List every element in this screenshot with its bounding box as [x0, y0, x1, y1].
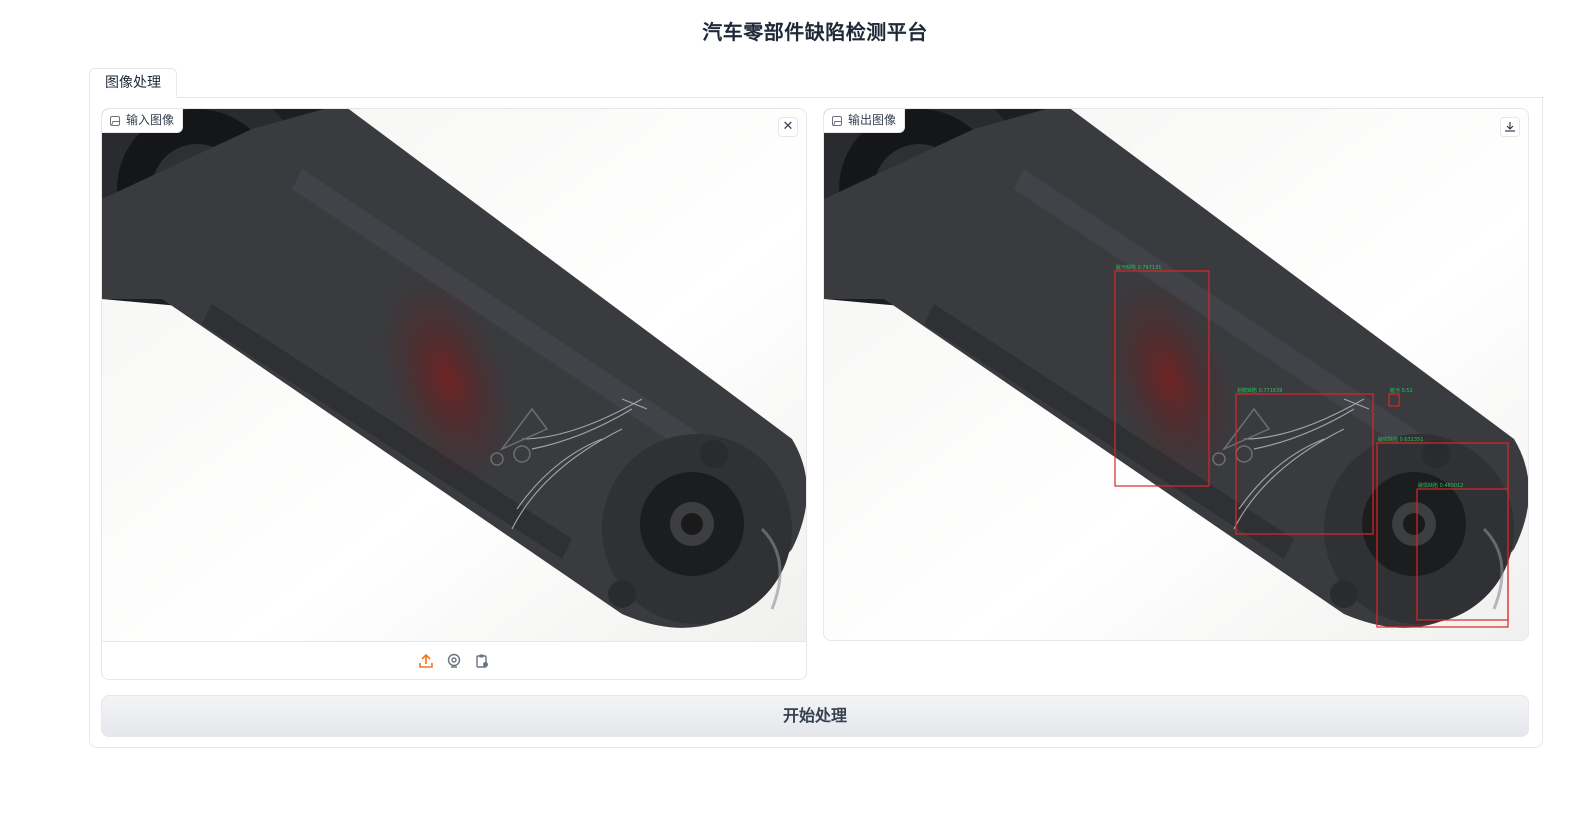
- start-processing-button[interactable]: 开始处理: [101, 695, 1529, 737]
- detection-label: 破损缺陷 0.480012: [1418, 482, 1463, 489]
- clear-image-button[interactable]: ✕: [778, 117, 798, 137]
- output-image-component: 输出图像 脏污缺陷 0.797131 划痕缺陷 0.771639 脏污 0.52…: [823, 108, 1529, 641]
- upload-button[interactable]: [417, 652, 435, 670]
- detection-label: 划痕缺陷 0.771639: [1237, 387, 1282, 394]
- tab-image-processing[interactable]: 图像处理: [89, 68, 177, 98]
- page-title: 汽车零部件缺陷检测平台: [702, 20, 928, 44]
- detection-label: 脏污缺陷 0.797131: [1116, 264, 1161, 271]
- image-icon: [110, 115, 120, 126]
- clipboard-icon: [476, 654, 488, 668]
- output-image-label-text: 输出图像: [848, 113, 897, 127]
- image-source-bar: [102, 641, 806, 679]
- detection-label: 脏污 0.52: [1390, 387, 1413, 394]
- webcam-icon: [447, 653, 461, 668]
- detection-label: 破损缺陷 0.631351: [1378, 436, 1423, 443]
- input-image-label: 输入图像: [102, 109, 184, 133]
- download-button[interactable]: [1500, 117, 1520, 137]
- input-photo: [102, 109, 806, 642]
- close-icon: ✕: [782, 119, 794, 134]
- upload-icon: [419, 653, 433, 668]
- download-icon: [1505, 122, 1515, 132]
- webcam-button[interactable]: [445, 652, 463, 670]
- tab-bar: 图像处理: [89, 68, 1544, 98]
- input-image-component[interactable]: 输入图像 ✕: [101, 108, 807, 680]
- input-image-label-text: 输入图像: [126, 113, 175, 127]
- output-photo: 脏污缺陷 0.797131 划痕缺陷 0.771639 脏污 0.52 破损缺陷…: [824, 109, 1528, 640]
- image-icon: [832, 115, 842, 126]
- clipboard-button[interactable]: [473, 652, 491, 670]
- output-image-label: 输出图像: [824, 109, 906, 133]
